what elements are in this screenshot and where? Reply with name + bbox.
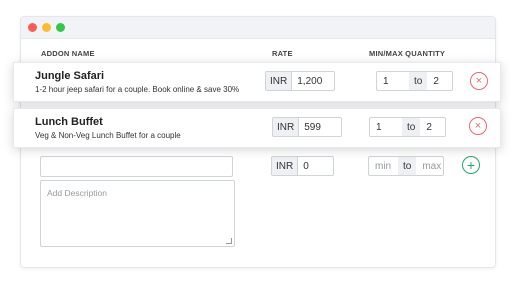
rate-field[interactable]: INR 1,200 (265, 71, 335, 91)
quantity-range: 1 to 2 (376, 71, 454, 91)
addon-title: Lunch Buffet (35, 116, 103, 128)
resize-handle-icon[interactable] (226, 238, 232, 244)
addon-description-input[interactable]: Add Description (40, 180, 235, 247)
window-close-button[interactable] (28, 23, 37, 32)
to-label: to (398, 156, 417, 176)
max-quantity-input[interactable]: max (416, 156, 445, 176)
min-quantity-input[interactable]: 1 (369, 117, 402, 137)
addon-row: Jungle Safari 1-2 hour jeep safari for a… (13, 62, 501, 102)
currency-label: INR (272, 157, 299, 175)
min-quantity-input[interactable]: 1 (376, 71, 409, 91)
header-rate: RATE (272, 49, 293, 58)
new-quantity-range: min to max (368, 156, 445, 176)
rate-input[interactable]: 0 (298, 161, 309, 172)
max-quantity-input[interactable]: 2 (427, 71, 454, 91)
to-label: to (409, 71, 428, 91)
close-circle-icon: × (475, 74, 483, 87)
addon-description: Veg & Non-Veg Lunch Buffet for a couple (35, 131, 181, 140)
window-minimize-button[interactable] (42, 23, 51, 32)
header-quantity: MIN/MAX QUANTITY (369, 49, 446, 58)
quantity-range: 1 to 2 (369, 117, 447, 137)
rate-input[interactable]: 599 (299, 122, 321, 133)
plus-circle-icon: + (466, 157, 476, 173)
to-label: to (402, 117, 421, 137)
addon-title: Jungle Safari (35, 70, 105, 82)
rate-input[interactable]: 1,200 (292, 76, 322, 87)
close-circle-icon: × (474, 119, 482, 132)
remove-addon-button[interactable]: × (470, 72, 488, 90)
addon-name-input[interactable] (40, 156, 233, 177)
remove-addon-button[interactable]: × (469, 117, 487, 135)
header-addon-name: ADDON NAME (41, 49, 95, 58)
window-maximize-button[interactable] (56, 23, 65, 32)
currency-label: INR (266, 72, 293, 90)
rate-field[interactable]: INR 599 (272, 117, 342, 137)
new-rate-field[interactable]: INR 0 (271, 156, 334, 176)
min-quantity-input[interactable]: min (368, 156, 398, 176)
addon-row: Lunch Buffet Veg & Non-Veg Lunch Buffet … (13, 108, 501, 148)
add-addon-button[interactable]: + (462, 156, 480, 174)
currency-label: INR (273, 118, 300, 136)
title-bar (21, 17, 495, 39)
max-quantity-input[interactable]: 2 (420, 117, 447, 137)
addon-description: 1-2 hour jeep safari for a couple. Book … (35, 85, 240, 94)
